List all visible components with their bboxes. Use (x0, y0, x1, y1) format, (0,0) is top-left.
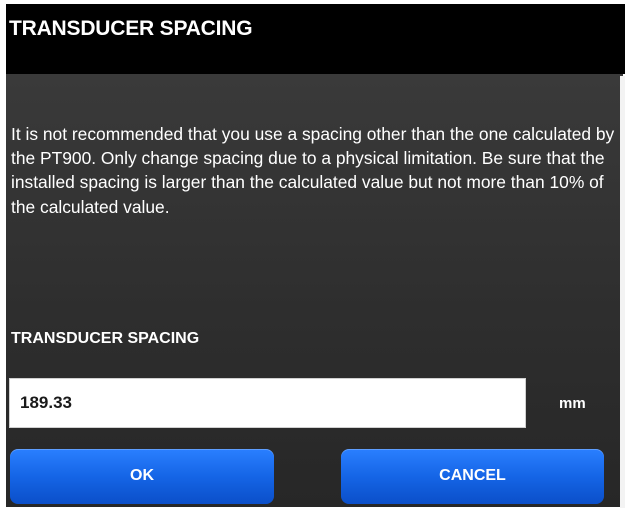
unit-label: mm (559, 395, 586, 412)
page-title: TRANSDUCER SPACING (9, 17, 253, 40)
title-bar: TRANSDUCER SPACING (6, 4, 625, 74)
transducer-spacing-screen: TRANSDUCER SPACING It is not recommended… (0, 0, 625, 511)
cancel-button-label: CANCEL (439, 467, 506, 484)
transducer-spacing-dialog: It is not recommended that you use a spa… (6, 74, 623, 507)
warning-message: It is not recommended that you use a spa… (11, 124, 615, 217)
ok-button[interactable]: OK (10, 449, 274, 504)
cancel-button[interactable]: CANCEL (341, 449, 604, 504)
ok-button-label: OK (130, 467, 154, 484)
spacing-field-label: TRANSDUCER SPACING (11, 330, 200, 347)
right-edge-divider (620, 76, 625, 508)
spacing-input[interactable] (9, 378, 526, 428)
